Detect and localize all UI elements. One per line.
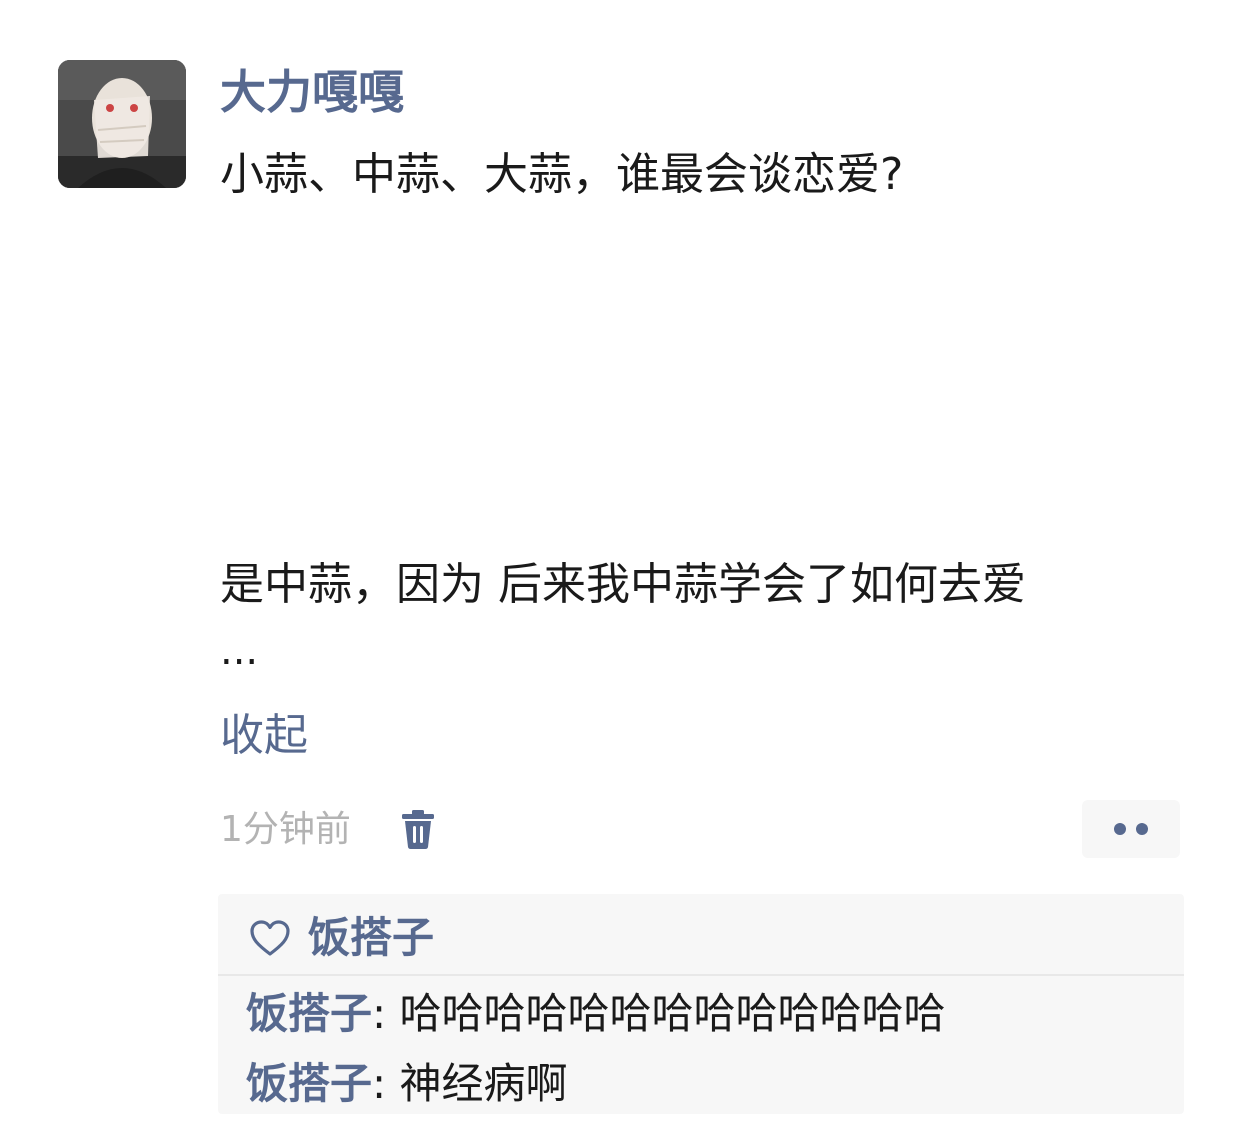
likes-row: 饭搭子 xyxy=(248,908,434,968)
comment-text: 哈哈哈哈哈哈哈哈哈哈哈哈哈 xyxy=(399,989,946,1038)
comment-item[interactable]: 饭搭子: 神经病啊 xyxy=(246,1056,568,1112)
author-name[interactable]: 大力嘎嘎 xyxy=(220,62,404,122)
comment-item[interactable]: 饭搭子: 哈哈哈哈哈哈哈哈哈哈哈哈哈 xyxy=(246,986,946,1042)
collapse-link[interactable]: 收起 xyxy=(220,706,308,766)
more-options-button[interactable] xyxy=(1082,800,1180,858)
comment-author[interactable]: 饭搭子 xyxy=(246,1059,372,1108)
post-body: 是中蒜，因为 后来我中蒜学会了如何去爱 xyxy=(220,559,1026,610)
divider xyxy=(218,974,1184,976)
comment-separator: : xyxy=(372,1059,387,1108)
post-ellipsis: ... xyxy=(220,628,259,674)
dot-icon xyxy=(1114,823,1126,835)
avatar[interactable] xyxy=(58,60,186,188)
trash-icon[interactable] xyxy=(398,808,438,850)
post-timestamp: 1分钟前 xyxy=(220,809,351,850)
comment-separator: : xyxy=(372,989,387,1038)
comment-author[interactable]: 饭搭子 xyxy=(246,989,372,1038)
post-title: 小蒜、中蒜、大蒜，谁最会谈恋爱? xyxy=(220,149,904,200)
likes-comments-panel: 饭搭子 饭搭子: 哈哈哈哈哈哈哈哈哈哈哈哈哈 饭搭子: 神经病啊 xyxy=(218,894,1184,1114)
comment-text: 神经病啊 xyxy=(399,1059,568,1108)
dot-icon xyxy=(1136,823,1148,835)
avatar-image xyxy=(58,60,186,188)
like-user-name[interactable]: 饭搭子 xyxy=(308,910,434,966)
heart-outline-icon xyxy=(250,920,290,956)
